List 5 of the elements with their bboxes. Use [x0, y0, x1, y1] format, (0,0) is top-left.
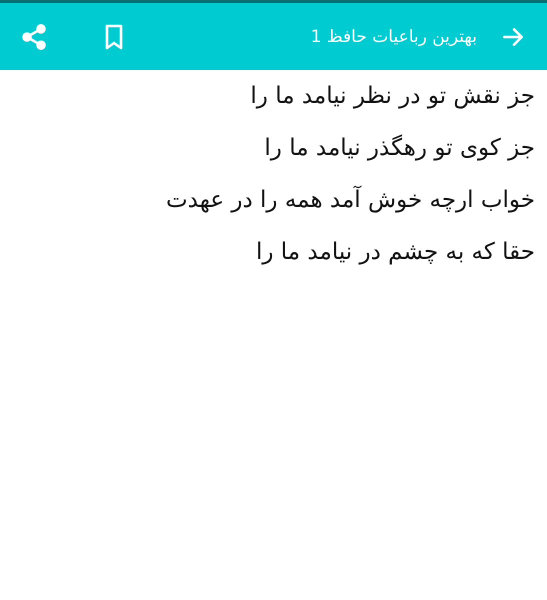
poem-line: خواب ارچه خوش آمد همه را در عهدت [165, 184, 535, 215]
app-bar-title: بهترین رباعیات حافظ 1 [310, 26, 477, 46]
poem-line: حقا که به چشم در نیامد ما را [254, 238, 535, 267]
poem-line: جز کوی تو رهگذر نیامد ما را [263, 134, 535, 163]
poem-line: جز نقش تو در نظر نیامد ما را [249, 82, 535, 111]
